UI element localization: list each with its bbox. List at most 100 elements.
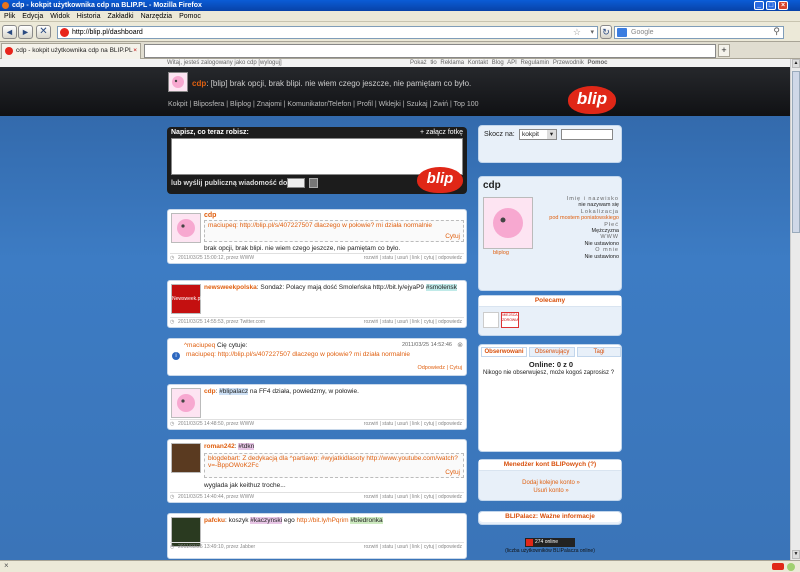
tab-obserwowani[interactable]: Obserwowani <box>481 347 527 357</box>
scroll-thumb[interactable] <box>792 71 800 233</box>
nav-top100[interactable]: Top 100 <box>454 101 479 108</box>
attach-photo-link[interactable]: + załącz fotkę <box>420 129 463 136</box>
post-tag[interactable]: #biedronka <box>350 517 383 524</box>
menu-widok[interactable]: Widok <box>50 13 69 20</box>
forward-button[interactable]: ► <box>18 25 33 39</box>
pm-username[interactable]: ^maciupeq <box>184 342 215 349</box>
blip-logo[interactable]: blip <box>568 86 616 114</box>
online-badge[interactable]: 274 online <box>525 538 575 547</box>
post-meta[interactable]: 2011/03/25 14:48:50, przez WWW <box>178 420 254 428</box>
nav-bliplog[interactable]: Bliplog <box>230 101 251 108</box>
lock-icon[interactable] <box>309 178 318 188</box>
search-placeholder: Google <box>631 29 654 36</box>
close-button[interactable]: × <box>778 1 788 10</box>
quote-cite-link[interactable]: Cytuj <box>445 233 460 240</box>
recommended-badge[interactable]: MIEJSCA ZDROWIA <box>501 312 519 328</box>
menu-plik[interactable]: Plik <box>4 13 15 20</box>
post-actions[interactable]: rozwiń | statu | usuń | link | cytuj | o… <box>364 420 462 428</box>
quote-text[interactable]: blogdebart: Z dedykacją dla ^partiawp: #… <box>208 455 458 469</box>
post-tag[interactable]: #smolensk <box>425 284 457 291</box>
statusbar-close-icon[interactable]: × <box>4 561 9 570</box>
vertical-scrollbar[interactable]: ▲ ▼ <box>790 59 800 560</box>
post-quote: maciupeq: http://blip.pl/s/407227507 dla… <box>204 220 464 242</box>
recommended-avatar[interactable] <box>483 312 499 328</box>
nav-komunikator[interactable]: Komunikator/Telefon <box>287 101 351 108</box>
post-avatar[interactable] <box>171 443 201 473</box>
post-meta[interactable]: 2011/03/25 15:00:12, przez WWW <box>178 254 254 262</box>
nav-bliposfera[interactable]: Bliposfera <box>193 101 224 108</box>
menu-zakladki[interactable]: Zakładki <box>107 13 133 20</box>
tab-tagi[interactable]: Tagi <box>577 347 621 357</box>
scroll-down-arrow-icon[interactable]: ▼ <box>792 550 800 559</box>
menu-pomoc[interactable]: Pomoc <box>179 13 201 20</box>
post-link[interactable]: http://bit.ly/hPqrim <box>297 517 349 524</box>
post-tag[interactable]: #tdkn <box>238 443 255 450</box>
bookmark-star-icon[interactable]: ☆ <box>573 27 581 38</box>
send-blip-button[interactable]: blip <box>417 167 463 193</box>
site-header: Witaj, jesteś zalogowany jako cdp [wylog… <box>0 59 790 116</box>
compose-textarea[interactable] <box>171 138 463 175</box>
nav-znajomi[interactable]: Znajomi <box>257 101 282 108</box>
recipient-select[interactable] <box>287 178 305 188</box>
remove-account-link[interactable]: Usuń konto » <box>479 488 623 494</box>
tab-close-icon[interactable]: × <box>133 44 137 58</box>
jump-select[interactable]: kokpit ▾ <box>519 129 557 140</box>
scroll-up-arrow-icon[interactable]: ▲ <box>792 59 800 68</box>
top-links[interactable]: Pokaż tło Reklama Kontakt Blog API Regul… <box>410 59 608 67</box>
header-status-text: [blip] brak opcji, brak blipi. nie wiem … <box>210 79 472 88</box>
search-icon[interactable]: ⚲ <box>773 26 780 37</box>
stop-icon[interactable]: ✕ <box>36 25 51 39</box>
nav-zwin[interactable]: Zwiń <box>433 101 448 108</box>
location-input[interactable] <box>144 44 716 58</box>
post-username[interactable]: newsweekpolska <box>204 284 257 291</box>
post-username[interactable]: pafcku <box>204 517 225 524</box>
url-bar[interactable]: http://blip.pl/dashboard ☆ ▾ <box>57 26 598 39</box>
post-username[interactable]: roman242 <box>204 443 235 450</box>
minimize-button[interactable]: _ <box>754 1 764 10</box>
post-meta[interactable]: 2011/03/25 14:55:53, przez Twitter.com <box>178 318 265 326</box>
bliplog-link[interactable]: bliplog <box>493 250 509 256</box>
dropdown-arrow-icon[interactable]: ▾ <box>590 27 594 38</box>
pm-quote[interactable]: maciupeq: http://blip.pl/s/407227507 dla… <box>186 351 410 358</box>
maximize-button[interactable]: □ <box>766 1 776 10</box>
menu-narzedzia[interactable]: Narzędzia <box>141 13 173 20</box>
addon-icon[interactable] <box>772 563 784 570</box>
user-avatar[interactable] <box>168 72 188 92</box>
tab-obserwujacy[interactable]: Obserwujący <box>529 347 575 357</box>
quote-text[interactable]: maciupeq: http://blip.pl/s/407227507 dla… <box>208 222 432 229</box>
post-text: newsweekpolska: Sondaż: Polacy mają dość… <box>204 284 457 291</box>
tab-kokpit[interactable]: cdp - kokpit użytkownika cdp na BLIP.PL … <box>1 43 141 59</box>
post-tag[interactable]: #blipalacz <box>219 388 249 395</box>
post-actions[interactable]: rozwiń | statu | usuń | link | cytuj | o… <box>364 493 462 501</box>
header-username[interactable]: cdp <box>192 79 206 88</box>
nav-szukaj[interactable]: Szukaj <box>407 101 428 108</box>
back-button[interactable]: ◄ <box>2 25 17 39</box>
reload-button[interactable]: ↻ <box>600 25 612 39</box>
menu-historia[interactable]: Historia <box>77 13 101 20</box>
quote-cite-link[interactable]: Cytuj <box>445 469 460 476</box>
menu-edycja[interactable]: Edycja <box>22 13 43 20</box>
post-username[interactable]: cdp <box>204 212 216 219</box>
pm-actions[interactable]: Odpowiedz | Cytuj <box>417 365 462 371</box>
search-input[interactable]: Google ⚲ <box>614 26 784 39</box>
field-value[interactable]: pod mostem poniatowskiego <box>537 215 619 221</box>
post-avatar[interactable] <box>171 213 201 243</box>
post-actions[interactable]: rozwiń | statu | usuń | link | cytuj | o… <box>364 318 462 326</box>
nav-kokpit[interactable]: Kokpit <box>168 101 187 108</box>
post-meta[interactable]: 2011/03/25 14:40:44, przez WWW <box>178 493 254 501</box>
post-actions[interactable]: rozwiń | statu | usuń | link | cytuj | o… <box>364 254 462 262</box>
add-account-link[interactable]: Dodaj kolejne konto » <box>479 480 623 486</box>
post-meta[interactable]: 2011/03/25 13:49:10, przez Jabber <box>178 543 255 551</box>
post-avatar[interactable] <box>171 388 201 418</box>
post-avatar[interactable]: Newsweek.pl <box>171 284 201 314</box>
nav-wklejki[interactable]: Wklejki <box>379 101 401 108</box>
profile-avatar[interactable] <box>483 197 533 249</box>
post-username[interactable]: cdp <box>204 388 216 395</box>
jump-input[interactable] <box>561 129 613 140</box>
jump-select-value: kokpit <box>522 131 539 138</box>
nav-profil[interactable]: Profil <box>357 101 373 108</box>
pm-close-icon[interactable]: ⊗ <box>457 341 463 349</box>
post-actions[interactable]: rozwiń | statu | usuń | link | cytuj | o… <box>364 543 462 551</box>
post-tag[interactable]: #kaczynski <box>250 517 283 524</box>
new-tab-button[interactable]: + <box>718 44 730 57</box>
